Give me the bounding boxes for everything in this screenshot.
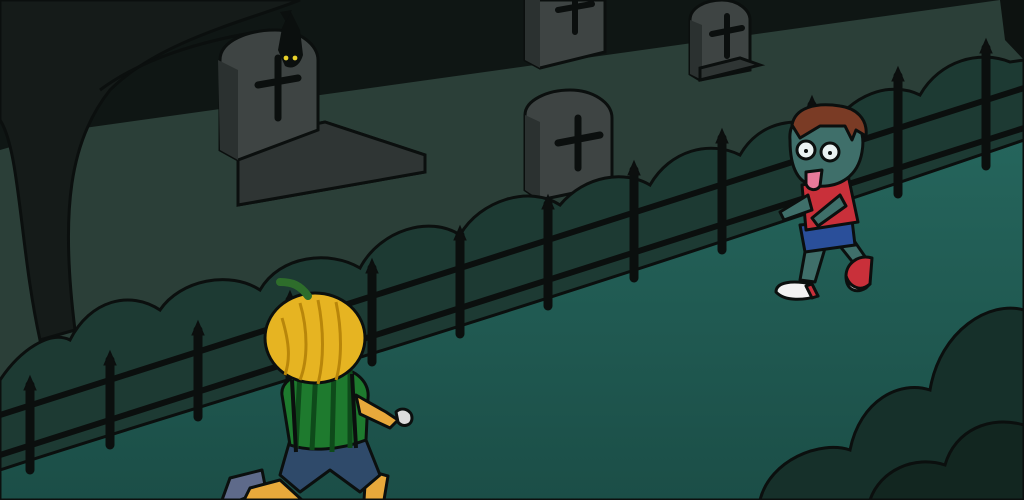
graveyard-scene <box>0 0 1024 500</box>
game-stage[interactable] <box>0 0 1024 500</box>
